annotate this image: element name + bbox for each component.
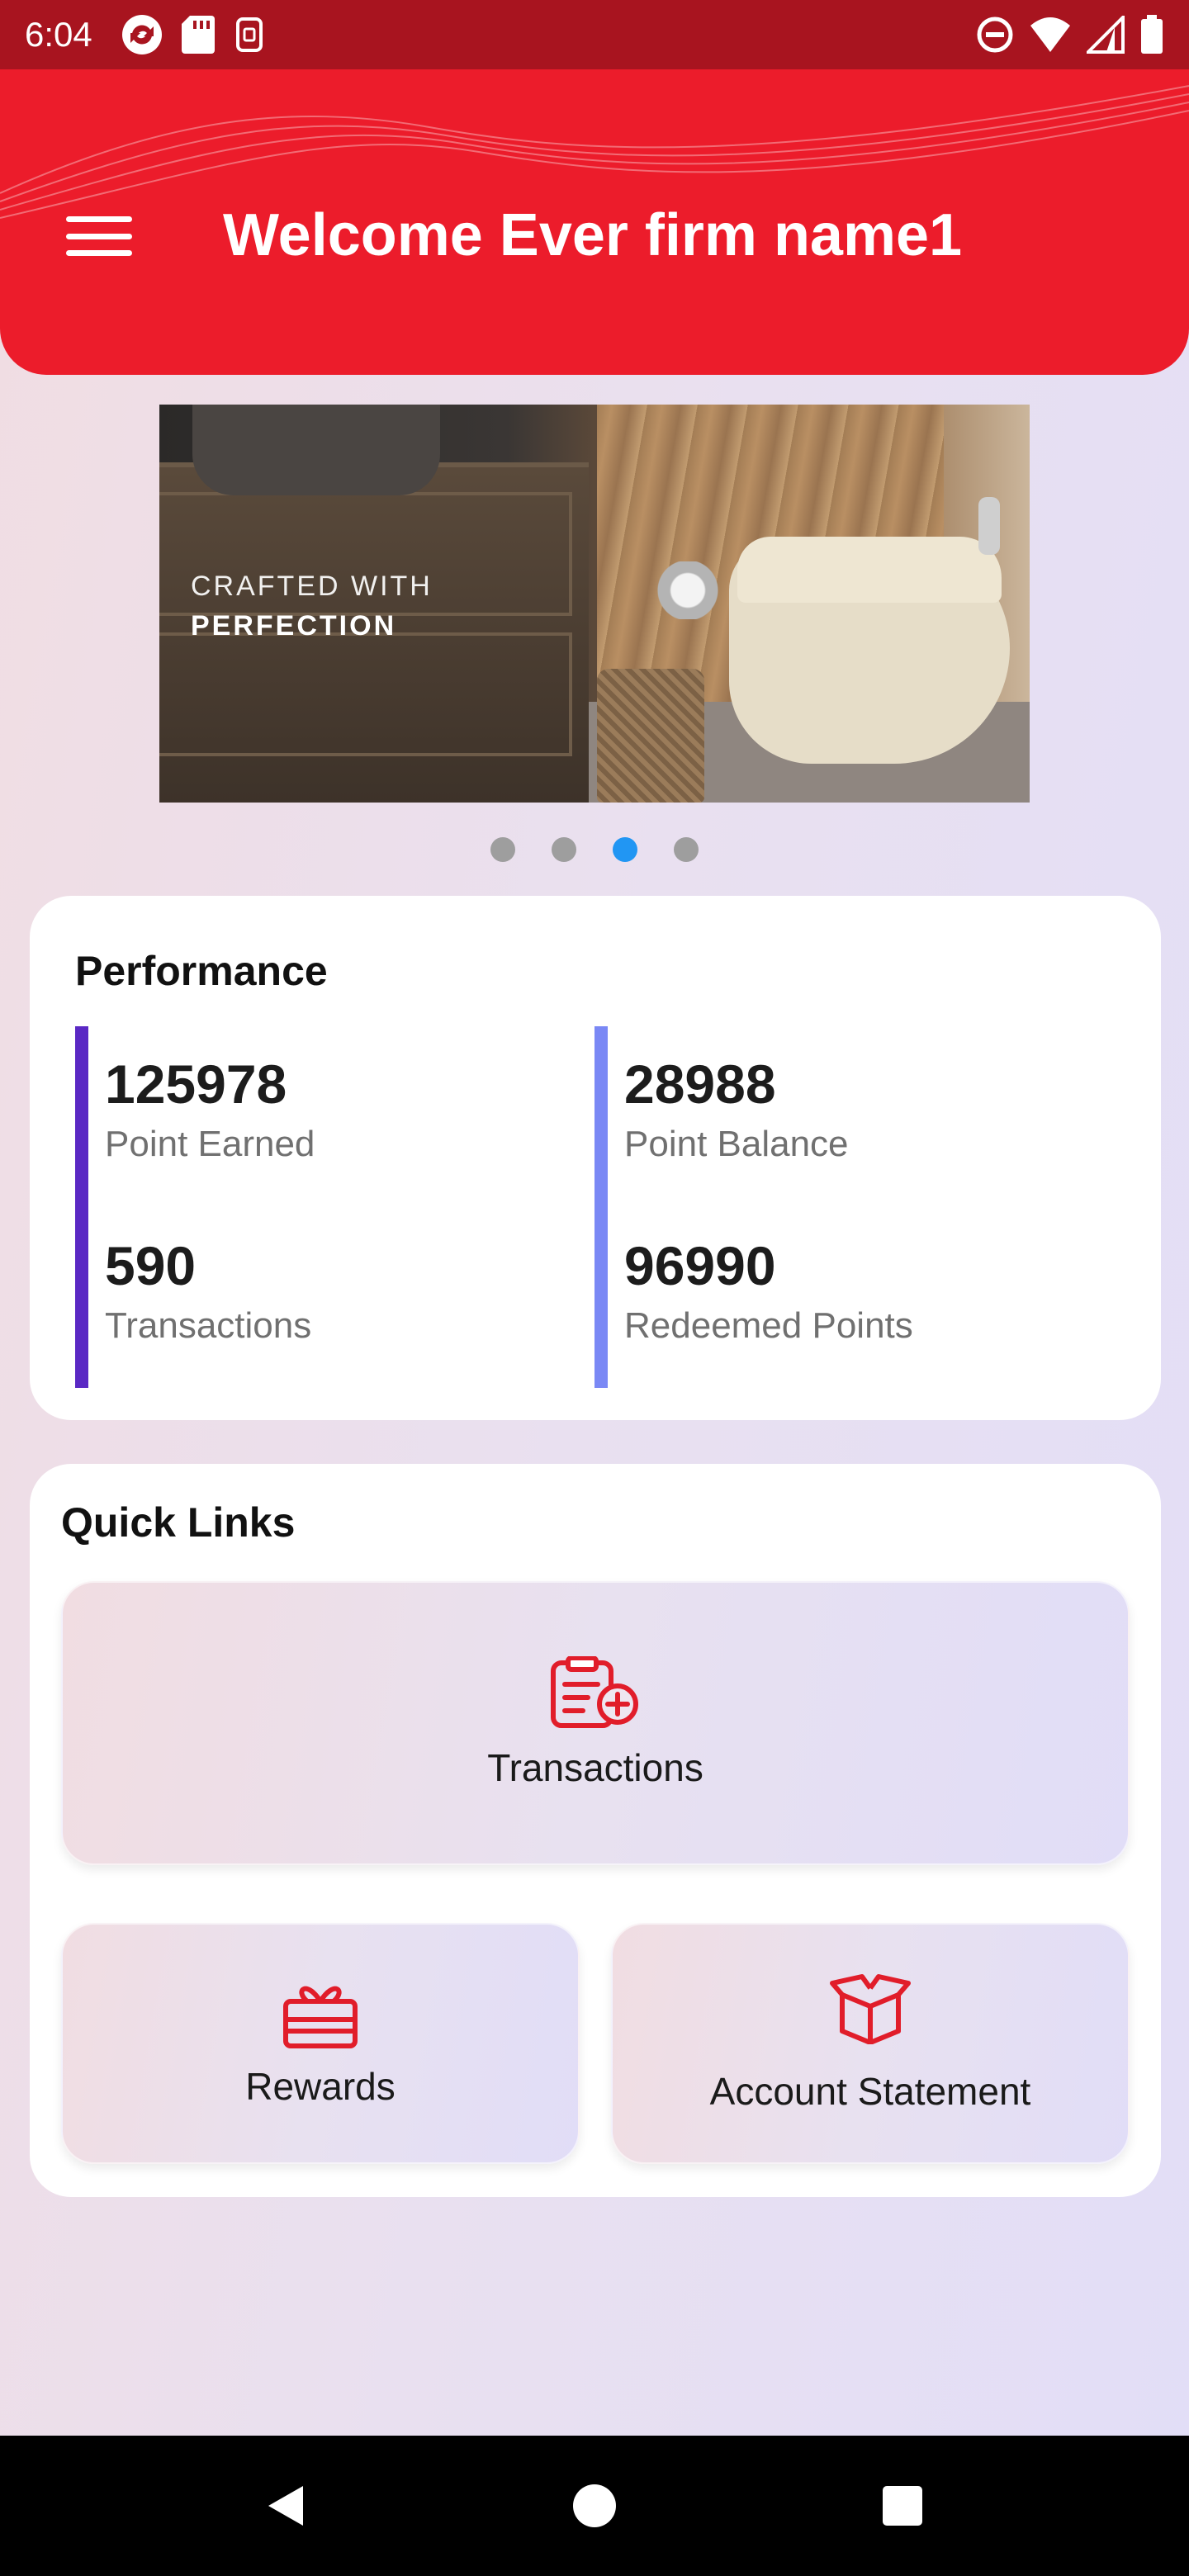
system-nav-bar — [0, 2436, 1189, 2576]
quick-link-label: Rewards — [245, 2065, 396, 2108]
screenshot-icon — [235, 17, 263, 52]
stats-column-left: 125978 Point Earned 590 Transactions — [75, 1026, 538, 1388]
stats-column-right: 28988 Point Balance 96990 Redeemed Point… — [594, 1026, 1057, 1388]
quick-links-title: Quick Links — [61, 1499, 296, 1546]
banner-text: CRAFTED WITH PERFECTION — [191, 566, 433, 646]
stat-transactions: 590 Transactions — [105, 1234, 311, 1347]
banner-sprayer — [978, 497, 1000, 555]
quick-link-account-statement[interactable]: Account Statement — [611, 1923, 1130, 2164]
recents-icon[interactable] — [869, 2473, 936, 2539]
stat-label: Point Earned — [105, 1124, 315, 1164]
box-icon — [830, 1974, 911, 2044]
transactions-icon — [551, 1656, 638, 1728]
status-bar: 6:04 — [0, 0, 1189, 69]
quick-link-label: Account Statement — [709, 2070, 1031, 2113]
battery-icon — [1141, 15, 1163, 54]
quick-link-transactions[interactable]: Transactions — [61, 1581, 1130, 1865]
banner-toilet-lid — [737, 537, 1002, 603]
performance-title: Performance — [75, 948, 328, 994]
status-time: 6:04 — [25, 15, 92, 54]
back-icon[interactable] — [253, 2473, 320, 2539]
sync-icon — [121, 15, 162, 54]
banner-line2: PERFECTION — [191, 610, 397, 642]
stat-point-balance: 28988 Point Balance — [624, 1053, 849, 1165]
banner-line1: CRAFTED WITH — [191, 571, 433, 602]
banner-sink — [192, 405, 440, 495]
banner-paper-holder — [655, 561, 721, 619]
stat-label: Redeemed Points — [624, 1305, 913, 1346]
carousel-dot-4[interactable] — [674, 837, 699, 862]
promo-banner[interactable]: CRAFTED WITH PERFECTION — [159, 405, 1030, 803]
performance-card: Performance 125978 Point Earned 590 Tran… — [30, 896, 1161, 1420]
do-not-disturb-icon — [977, 17, 1013, 53]
carousel-indicator — [0, 837, 1189, 862]
stats-accent-bar-left — [75, 1026, 88, 1388]
hamburger-menu-icon[interactable] — [66, 210, 132, 263]
banner-basket — [597, 669, 704, 803]
carousel-dot-2[interactable] — [552, 837, 576, 862]
stats-accent-bar-right — [594, 1026, 608, 1388]
stat-redeemed-points: 96990 Redeemed Points — [624, 1234, 913, 1347]
gift-icon — [283, 1986, 358, 2048]
quick-link-label: Transactions — [487, 1746, 703, 1789]
quick-links-card: Quick Links Transactions Rewards Account… — [30, 1464, 1161, 2197]
stat-label: Transactions — [105, 1305, 312, 1346]
stat-label: Point Balance — [624, 1124, 849, 1164]
home-icon[interactable] — [561, 2473, 628, 2539]
page-title: Welcome Ever firm name1 — [223, 202, 963, 268]
stat-value: 96990 — [624, 1235, 776, 1296]
stat-value: 125978 — [105, 1054, 287, 1115]
quick-link-rewards[interactable]: Rewards — [61, 1923, 580, 2164]
wifi-icon — [1030, 17, 1070, 52]
sd-card-icon — [181, 16, 215, 54]
carousel-dot-3[interactable] — [613, 837, 637, 862]
signal-icon — [1087, 16, 1125, 54]
carousel-dot-1[interactable] — [490, 837, 515, 862]
stat-value: 590 — [105, 1235, 197, 1296]
stat-point-earned: 125978 Point Earned — [105, 1053, 315, 1165]
app-header: Welcome Ever firm name1 — [0, 69, 1189, 375]
stat-value: 28988 — [624, 1054, 776, 1115]
